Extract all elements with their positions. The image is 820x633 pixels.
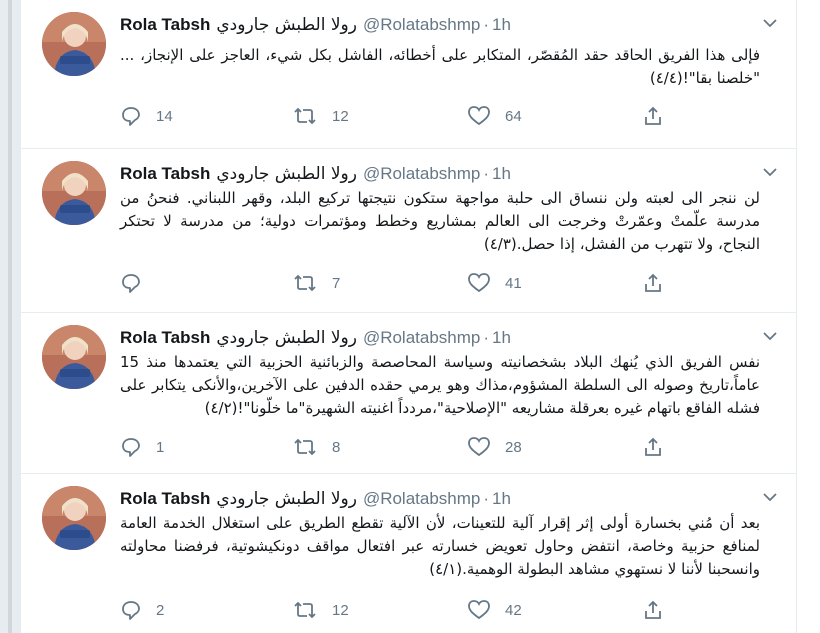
tweet-actions: 1 8 28 xyxy=(120,435,720,459)
retweet-icon xyxy=(292,599,318,621)
like-button[interactable]: 28 xyxy=(467,435,522,459)
share-icon xyxy=(642,436,664,458)
handle[interactable]: @Rolatabshmp xyxy=(363,489,480,508)
retweet-icon xyxy=(292,105,318,127)
tweet-header: Rola Tabsh رولا الطبش جارودي @Rolatabshmp ·… xyxy=(120,327,511,349)
reply-count: 14 xyxy=(156,107,173,125)
tweet[interactable]: Rola Tabsh رولا الطبش جارودي @Rolatabshmp ·… xyxy=(21,149,796,313)
retweet-count: 12 xyxy=(332,601,349,619)
retweet-count: 7 xyxy=(332,274,341,292)
chevron-down-icon[interactable] xyxy=(762,165,778,179)
reply-icon xyxy=(120,272,142,294)
chevron-down-icon[interactable] xyxy=(762,329,778,343)
display-name-arabic[interactable]: رولا الطبش جارودي xyxy=(216,164,357,184)
heart-icon xyxy=(467,599,491,621)
display-name[interactable]: Rola Tabsh xyxy=(120,164,210,183)
tweet-actions: 2 12 42 xyxy=(120,598,720,622)
avatar[interactable] xyxy=(42,486,106,550)
separator: · xyxy=(483,15,490,34)
like-count: 41 xyxy=(505,274,522,292)
tweet-text: بعد أن مُني بخسارة أولى إثر إقرار آلية ل… xyxy=(120,514,760,578)
share-icon xyxy=(642,599,664,621)
like-button[interactable]: 42 xyxy=(467,598,522,622)
retweet-count: 8 xyxy=(332,438,341,456)
like-count: 28 xyxy=(505,438,522,456)
retweet-icon xyxy=(292,436,318,458)
handle[interactable]: @Rolatabshmp xyxy=(363,328,480,347)
reply-button[interactable] xyxy=(120,271,156,295)
retweet-button[interactable]: 12 xyxy=(292,598,349,622)
separator: · xyxy=(483,164,490,183)
retweet-button[interactable]: 7 xyxy=(292,271,340,295)
tweet-text: لن ننجر الى لعبته ولن ننساق الى حلبة موا… xyxy=(120,189,760,253)
tweet-feed: Rola Tabsh رولا الطبش جارودي @Rolatabshmp ·… xyxy=(21,0,797,633)
display-name-arabic[interactable]: رولا الطبش جارودي xyxy=(216,328,357,348)
display-name-arabic[interactable]: رولا الطبش جارودي xyxy=(216,15,357,35)
retweet-button[interactable]: 8 xyxy=(292,435,340,459)
avatar[interactable] xyxy=(42,12,106,76)
avatar[interactable] xyxy=(42,325,106,389)
chevron-down-icon[interactable] xyxy=(762,490,778,504)
share-button[interactable] xyxy=(642,435,664,459)
separator: · xyxy=(483,489,490,508)
handle[interactable]: @Rolatabshmp xyxy=(363,15,480,34)
share-button[interactable] xyxy=(642,271,664,295)
tweet[interactable]: Rola Tabsh رولا الطبش جارودي @Rolatabshmp ·… xyxy=(21,0,796,149)
timestamp[interactable]: 1h xyxy=(492,15,511,34)
display-name-arabic[interactable]: رولا الطبش جارودي xyxy=(216,489,357,509)
handle[interactable]: @Rolatabshmp xyxy=(363,164,480,183)
reply-icon xyxy=(120,436,142,458)
reply-button[interactable]: 1 xyxy=(120,435,164,459)
heart-icon xyxy=(467,436,491,458)
display-name[interactable]: Rola Tabsh xyxy=(120,328,210,347)
share-button[interactable] xyxy=(642,104,664,128)
reply-button[interactable]: 2 xyxy=(120,598,164,622)
tweet-header: Rola Tabsh رولا الطبش جارودي @Rolatabshmp ·… xyxy=(120,14,511,36)
share-icon xyxy=(642,272,664,294)
reply-icon xyxy=(120,599,142,621)
separator: · xyxy=(483,328,490,347)
like-count: 64 xyxy=(505,107,522,125)
share-icon xyxy=(642,105,664,127)
retweet-count: 12 xyxy=(332,107,349,125)
tweet-actions: 7 41 xyxy=(120,271,720,295)
reply-button[interactable]: 14 xyxy=(120,104,173,128)
scrollbar-track[interactable] xyxy=(8,0,12,633)
tweet[interactable]: Rola Tabsh رولا الطبش جارودي @Rolatabshmp ·… xyxy=(21,313,796,474)
reply-icon xyxy=(120,105,142,127)
chevron-down-icon[interactable] xyxy=(762,16,778,30)
avatar[interactable] xyxy=(42,161,106,225)
display-name[interactable]: Rola Tabsh xyxy=(120,15,210,34)
like-button[interactable]: 41 xyxy=(467,271,522,295)
like-count: 42 xyxy=(505,601,522,619)
like-button[interactable]: 64 xyxy=(467,104,522,128)
retweet-button[interactable]: 12 xyxy=(292,104,349,128)
share-button[interactable] xyxy=(642,598,664,622)
retweet-icon xyxy=(292,272,318,294)
reply-count: 1 xyxy=(156,438,165,456)
tweet-actions: 14 12 64 xyxy=(120,104,720,128)
tweet-text: نفس الفريق الذي يُنهك البلاد بشخصانيته و… xyxy=(120,353,760,417)
heart-icon xyxy=(467,272,491,294)
tweet-header: Rola Tabsh رولا الطبش جارودي @Rolatabshmp ·… xyxy=(120,488,511,510)
display-name[interactable]: Rola Tabsh xyxy=(120,489,210,508)
tweet-text: فإلى هذا الفريق الحاقد حقد المُقصّر، الم… xyxy=(120,46,760,87)
timestamp[interactable]: 1h xyxy=(492,489,511,508)
timestamp[interactable]: 1h xyxy=(492,164,511,183)
timestamp[interactable]: 1h xyxy=(492,328,511,347)
tweet-header: Rola Tabsh رولا الطبش جارودي @Rolatabshmp ·… xyxy=(120,163,511,185)
heart-icon xyxy=(467,105,491,127)
left-gutter xyxy=(0,0,21,633)
reply-count: 2 xyxy=(156,601,165,619)
tweet[interactable]: Rola Tabsh رولا الطبش جارودي @Rolatabshmp ·… xyxy=(21,474,796,633)
